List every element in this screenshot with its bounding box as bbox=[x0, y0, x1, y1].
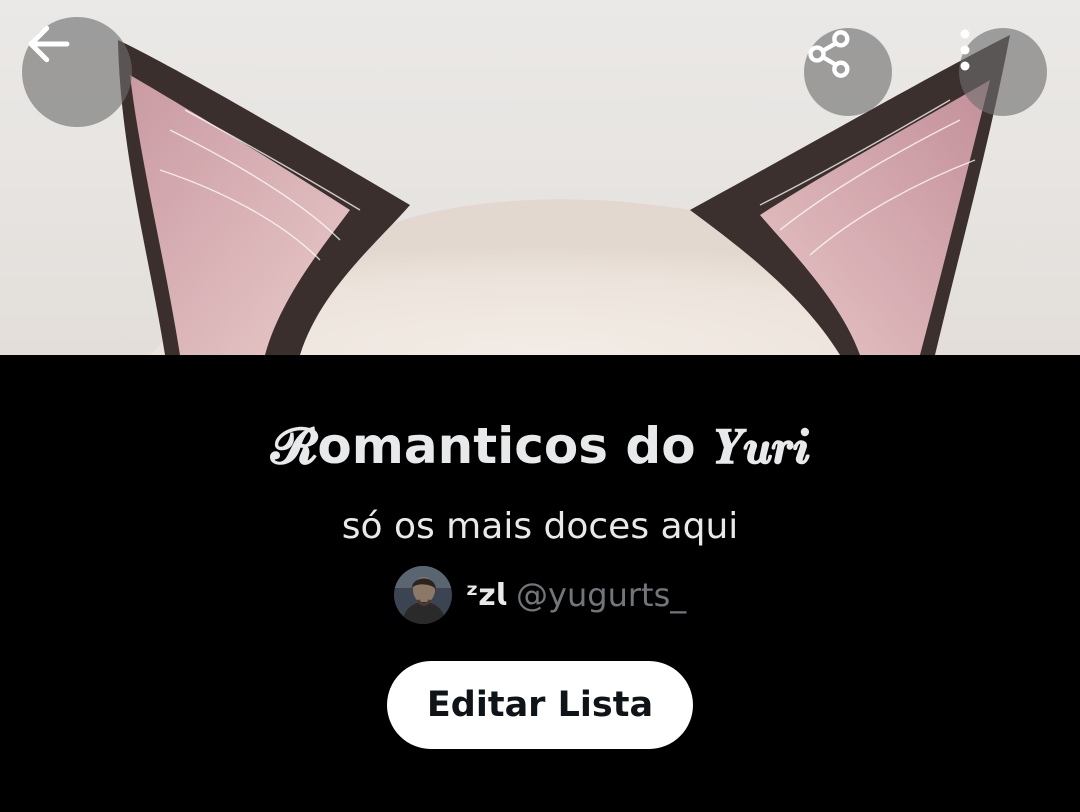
cat-ears-illustration bbox=[118, 35, 1010, 355]
edit-list-button[interactable]: Editar Lista bbox=[387, 661, 693, 749]
list-description: só os mais doces aqui bbox=[341, 506, 739, 547]
list-title: 𝓡omanticos do 𝒀𝒖𝒓𝒊 bbox=[270, 417, 810, 475]
owner-handle[interactable]: @yugurts_ bbox=[516, 576, 686, 614]
list-info: 𝓡omanticos do 𝒀𝒖𝒓𝒊 só os mais doces aqui… bbox=[0, 355, 1080, 812]
avatar[interactable] bbox=[393, 566, 452, 624]
list-owner[interactable]: ᶻ𝘇𝗹 @yugurts_ bbox=[0, 565, 1080, 625]
list-banner-image bbox=[0, 0, 1080, 355]
more-options-button[interactable] bbox=[959, 28, 1047, 116]
back-button[interactable] bbox=[22, 17, 132, 127]
list-page: 𝓡omanticos do 𝒀𝒖𝒓𝒊 só os mais doces aqui… bbox=[0, 0, 1080, 812]
owner-display-name[interactable]: ᶻ𝘇𝗹 bbox=[466, 578, 506, 613]
share-button[interactable] bbox=[804, 28, 892, 116]
